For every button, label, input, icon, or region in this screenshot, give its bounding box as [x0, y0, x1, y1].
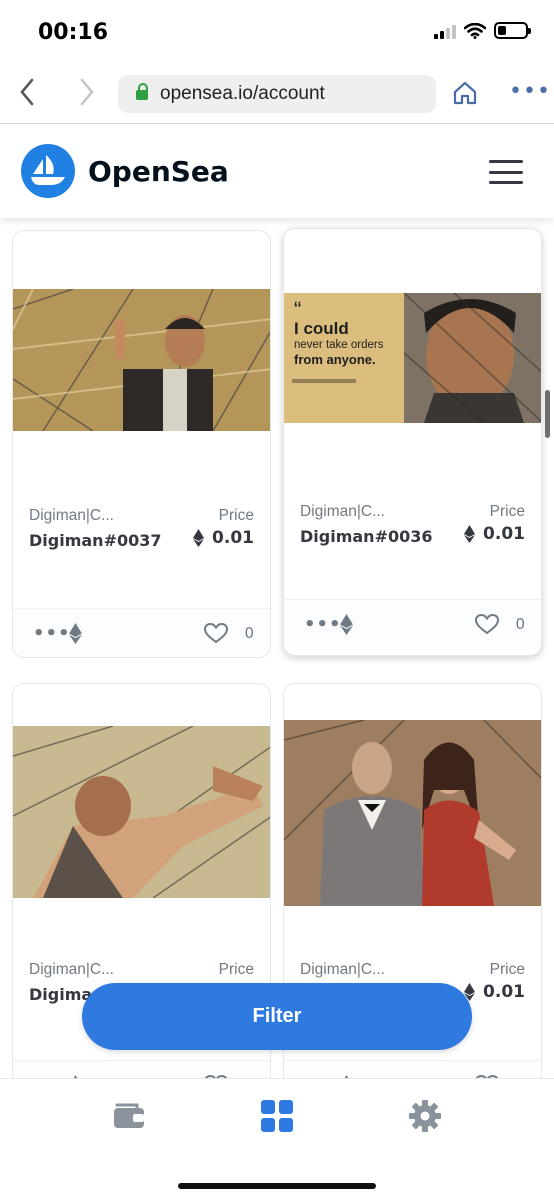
home-button[interactable]: [452, 81, 478, 109]
chevron-right-icon: [80, 78, 94, 106]
wifi-icon: [464, 22, 486, 39]
status-icons: [434, 22, 531, 39]
bottom-tab-bar: [0, 1078, 554, 1200]
asset-grid: Digiman|C... Digiman#0037 Price 0.01 •••…: [0, 218, 554, 1078]
status-time: 00:16: [38, 20, 109, 45]
asset-card[interactable]: “ I could never take orders from anyone.…: [283, 228, 542, 656]
tab-settings[interactable]: [409, 1100, 441, 1136]
quote-mark: “: [294, 297, 302, 322]
more-actions-icon[interactable]: •••: [33, 623, 71, 644]
battery-level: [498, 26, 506, 35]
tab-wallet[interactable]: [113, 1101, 145, 1133]
price-label: Price: [489, 961, 525, 978]
item-name[interactable]: Digiman#0036: [300, 527, 433, 546]
asset-card[interactable]: Digiman|C... Digiman#0037 Price 0.01 •••…: [12, 230, 271, 658]
filter-button[interactable]: Filter: [82, 983, 472, 1050]
card-footer: 0: [284, 1060, 541, 1078]
quote-text: “ I could never take orders from anyone.: [294, 297, 412, 368]
url-text: opensea.io/account: [160, 83, 325, 104]
grid-icon: [261, 1100, 293, 1132]
forward-button[interactable]: [78, 78, 96, 112]
collection-name[interactable]: Digiman|C...: [300, 961, 385, 979]
collection-name[interactable]: Digiman|C...: [300, 503, 385, 521]
item-name[interactable]: Digiman#0037: [29, 531, 162, 550]
price-value: 0.01: [193, 528, 254, 548]
price-label: Price: [218, 961, 254, 978]
quote-line: never take orders: [294, 339, 384, 351]
collection-name[interactable]: Digiman|C...: [29, 961, 114, 979]
favorite-count: 0: [515, 615, 525, 633]
home-icon: [453, 81, 477, 105]
card-footer: ••• 0: [284, 599, 541, 649]
brand-name[interactable]: OpenSea: [88, 155, 229, 188]
price-value: 0.01: [464, 524, 525, 544]
heart-icon[interactable]: [475, 614, 499, 635]
heart-icon[interactable]: [204, 623, 228, 644]
price-amount: 0.01: [483, 524, 525, 544]
back-button[interactable]: [18, 78, 36, 112]
price-label: Price: [218, 507, 254, 524]
site-header: OpenSea: [0, 124, 554, 218]
wallet-icon: [114, 1103, 144, 1128]
more-options-button[interactable]: •••: [509, 81, 551, 103]
battery-icon: [494, 22, 531, 39]
collection-name[interactable]: Digiman|C...: [29, 507, 114, 525]
lock-icon: [136, 82, 148, 101]
gear-icon: [409, 1100, 441, 1132]
price-label: Price: [489, 503, 525, 520]
price-amount: 0.01: [483, 982, 525, 1002]
quote-line: I could: [294, 319, 349, 338]
home-indicator[interactable]: [178, 1183, 376, 1189]
scrollbar[interactable]: [545, 390, 550, 438]
asset-image[interactable]: [13, 288, 270, 432]
tab-grid[interactable]: [260, 1099, 294, 1137]
card-footer: ••• 0: [13, 608, 270, 657]
card-footer: 0: [13, 1060, 270, 1078]
ethereum-icon: [69, 623, 82, 644]
asset-image[interactable]: [13, 725, 270, 899]
price-amount: 0.01: [212, 528, 254, 548]
ethereum-icon: [340, 614, 353, 635]
quote-line: from anyone.: [294, 352, 376, 367]
favorite-count: 0: [244, 624, 254, 642]
address-bar[interactable]: opensea.io/account: [118, 75, 436, 113]
price-value: 0.01: [464, 982, 525, 1002]
chevron-left-icon: [20, 78, 34, 106]
browser-toolbar: opensea.io/account •••: [0, 62, 554, 124]
ethereum-icon: [464, 525, 476, 543]
menu-icon[interactable]: [489, 160, 523, 184]
cellular-signal-icon: [434, 23, 456, 39]
opensea-logo-icon[interactable]: [21, 144, 75, 198]
more-actions-icon[interactable]: •••: [304, 614, 342, 635]
asset-image[interactable]: [284, 719, 541, 906]
ethereum-icon: [193, 529, 205, 547]
asset-image[interactable]: “ I could never take orders from anyone.: [284, 292, 541, 424]
status-bar: 00:16: [0, 0, 554, 62]
